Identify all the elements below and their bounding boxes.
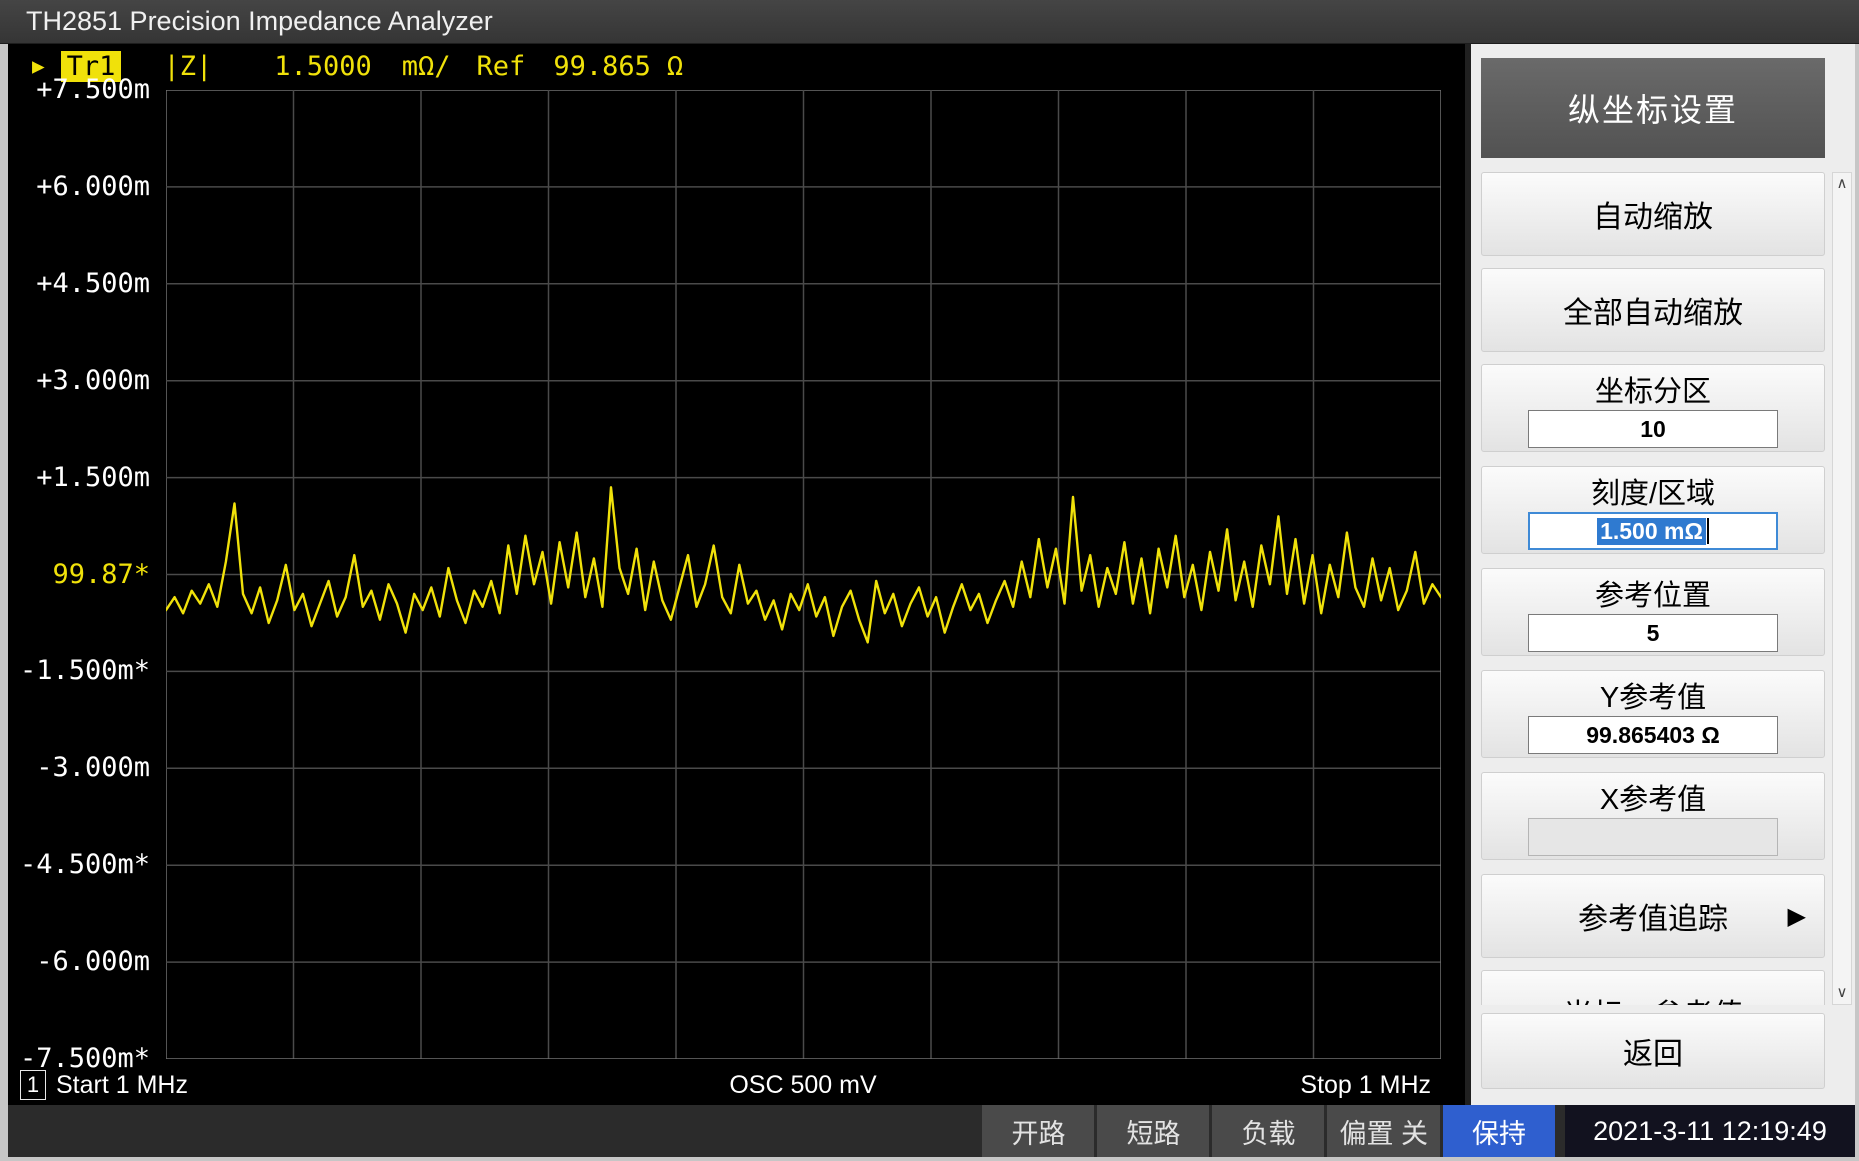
marker-to-reference-button[interactable]: 光标→参考值 [1481, 970, 1825, 1005]
trace-parameter[interactable]: |Z| [163, 51, 212, 82]
channel-badge: 1 [20, 1070, 46, 1100]
trace-ref-value: 99.865 [553, 51, 651, 82]
sidebar-panel: 纵坐标设置 自动缩放 全部自动缩放 坐标分区 10 刻度/区域 1.500 mΩ [1471, 44, 1855, 1105]
back-button[interactable]: 返回 [1481, 1013, 1825, 1089]
title-bar: TH2851 Precision Impedance Analyzer [0, 0, 1859, 44]
divisions-value: 10 [1640, 416, 1666, 443]
scale-per-division-label: 刻度/区域 [1482, 472, 1824, 509]
open-correction-button[interactable]: 开路 [982, 1105, 1094, 1157]
y-tick-label: +6.000m [36, 171, 150, 202]
auto-scale-all-button[interactable]: 全部自动缩放 [1481, 268, 1825, 352]
trace-ref-unit: Ω [667, 51, 683, 82]
y-tick-label: -1.500m* [20, 655, 150, 686]
impedance-trace-chart [166, 90, 1441, 1059]
plot-body: +7.500m +6.000m +4.500m +3.000m +1.500m … [8, 88, 1465, 1065]
window-title: TH2851 Precision Impedance Analyzer [26, 6, 493, 37]
x-start-label: Start 1 MHz [56, 1071, 188, 1100]
bottom-bar: 开路 短路 负载 偏置 关 保持 2021-3-11 12:19:49 [8, 1105, 1855, 1157]
app-window: TH2851 Precision Impedance Analyzer ▶ Tr… [0, 0, 1859, 1161]
trace-header: ▶ Tr1 |Z| 1.5000 mΩ/ Ref 99.865 Ω [8, 44, 1465, 88]
trace-scale-value: 1.5000 [274, 51, 372, 82]
divisions-label: 坐标分区 [1482, 370, 1824, 407]
x-stop-label: Stop 1 MHz [1300, 1071, 1431, 1100]
y-reference-control[interactable]: Y参考值 99.865403 Ω [1481, 670, 1825, 758]
scale-per-division-control[interactable]: 刻度/区域 1.500 mΩ [1481, 466, 1825, 554]
osc-level-label: OSC 500 mV [729, 1071, 876, 1100]
reference-position-value: 5 [1647, 620, 1660, 647]
load-correction-button[interactable]: 负载 [1212, 1105, 1324, 1157]
y-reference-value: 99.865403 Ω [1586, 722, 1720, 749]
sidebar-scroll-area: 自动缩放 全部自动缩放 坐标分区 10 刻度/区域 1.500 mΩ [1481, 172, 1825, 1005]
divisions-control[interactable]: 坐标分区 10 [1481, 364, 1825, 452]
y-tick-label: -4.500m* [20, 849, 150, 880]
sidebar-scrollbar[interactable]: ∧ ∨ [1832, 172, 1852, 1005]
y-tick-label: +4.500m [36, 268, 150, 299]
trace-scale-unit: mΩ/ [402, 51, 451, 82]
y-reference-field[interactable]: 99.865403 Ω [1528, 716, 1778, 754]
scale-per-division-field[interactable]: 1.500 mΩ [1528, 512, 1778, 550]
y-reference-label: Y参考值 [1482, 676, 1824, 713]
y-tick-label: +3.000m [36, 365, 150, 396]
datetime-display: 2021-3-11 12:19:49 [1565, 1105, 1855, 1157]
y-tick-label: +1.500m [36, 462, 150, 493]
x-axis-row: 1 Start 1 MHz OSC 500 mV Stop 1 MHz [8, 1065, 1465, 1105]
short-correction-button[interactable]: 短路 [1097, 1105, 1209, 1157]
main-area: ▶ Tr1 |Z| 1.5000 mΩ/ Ref 99.865 Ω +7.500… [8, 44, 1855, 1105]
reference-tracking-label: 参考值追踪 [1578, 894, 1728, 938]
x-reference-label: X参考值 [1482, 778, 1824, 815]
reference-position-field[interactable]: 5 [1528, 614, 1778, 652]
y-axis-labels: +7.500m +6.000m +4.500m +3.000m +1.500m … [8, 90, 158, 1059]
scroll-up-icon[interactable]: ∧ [1833, 173, 1851, 195]
submenu-arrow-icon: ▶ [1788, 902, 1806, 931]
reference-tracking-button[interactable]: 参考值追踪 ▶ [1481, 874, 1825, 958]
trace-ref-label: Ref [477, 51, 526, 82]
bias-toggle-button[interactable]: 偏置 关 [1327, 1105, 1440, 1157]
sidebar-title: 纵坐标设置 [1481, 58, 1825, 158]
plot-panel: ▶ Tr1 |Z| 1.5000 mΩ/ Ref 99.865 Ω +7.500… [8, 44, 1465, 1105]
reference-position-control[interactable]: 参考位置 5 [1481, 568, 1825, 656]
x-reference-field[interactable] [1528, 818, 1778, 856]
x-reference-control[interactable]: X参考值 [1481, 772, 1825, 860]
scroll-down-icon[interactable]: ∨ [1833, 982, 1851, 1004]
divisions-field[interactable]: 10 [1528, 410, 1778, 448]
y-tick-label: +7.500m [36, 74, 150, 105]
y-tick-label: -3.000m [36, 752, 150, 783]
text-caret [1707, 518, 1709, 544]
y-tick-label: -6.000m [36, 946, 150, 977]
y-ref-tick-label: 99.87* [52, 559, 150, 590]
auto-scale-button[interactable]: 自动缩放 [1481, 172, 1825, 256]
scrollbar-track[interactable] [1833, 195, 1851, 982]
hold-button[interactable]: 保持 [1443, 1105, 1555, 1157]
reference-position-label: 参考位置 [1482, 574, 1824, 611]
scale-per-division-value: 1.500 mΩ [1597, 518, 1706, 545]
